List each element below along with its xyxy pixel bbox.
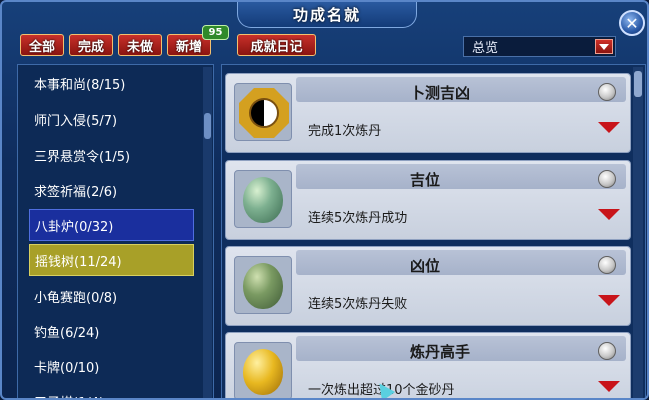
sidebar-item[interactable]: 三界悬赏令(1/5) (29, 139, 194, 171)
olive-gem-icon (243, 263, 283, 309)
card-header: 凶位 (296, 250, 626, 275)
filter-selected-value: 总览 (472, 41, 499, 56)
bagua-icon (239, 88, 289, 138)
achievement-card[interactable]: 炼丹高手 一次炼出超过10个金砂丹 (225, 332, 631, 398)
new-count-badge: 95 (202, 25, 229, 40)
tab-undone[interactable]: 未做 (118, 34, 162, 56)
sidebar-item[interactable]: 本事和尚(8/15) (29, 67, 194, 99)
achievement-card[interactable]: 卜测吉凶 完成1次炼丹 (225, 73, 631, 153)
trophy-icon (598, 170, 616, 188)
achievement-title: 炼丹高手 (410, 343, 471, 361)
icon-frame (234, 83, 292, 141)
list-scroll-thumb[interactable] (634, 71, 642, 97)
icon-frame (234, 170, 292, 228)
achievement-card[interactable]: 凶位 连续5次炼丹失败 (225, 246, 631, 326)
category-sidebar: 本事和尚(8/15) 师门入侵(5/7) 三界悬赏令(1/5) 求签祈福(2/6… (17, 64, 214, 399)
expand-arrow-icon[interactable] (598, 381, 620, 392)
trophy-icon (598, 83, 616, 101)
sidebar-item[interactable]: 师门入侵(5/7) (29, 103, 194, 135)
tab-completed[interactable]: 完成 (69, 34, 113, 56)
sidebar-item[interactable]: 求签祈福(2/6) (29, 174, 194, 206)
list-scrollbar[interactable] (633, 67, 643, 398)
icon-frame (234, 256, 292, 314)
tab-achievement-diary[interactable]: 成就日记 (237, 34, 316, 56)
sidebar-item[interactable]: 卡牌(0/10) (29, 350, 194, 382)
achievement-card[interactable]: 吉位 连续5次炼丹成功 (225, 160, 631, 240)
card-header: 吉位 (296, 164, 626, 189)
close-icon: ✕ (625, 13, 639, 33)
trophy-icon (598, 256, 616, 274)
achievement-desc: 连续5次炼丹失败 (308, 297, 408, 312)
card-header: 炼丹高手 (296, 336, 626, 361)
achievement-title: 吉位 (410, 171, 441, 189)
close-button[interactable]: ✕ (619, 10, 645, 36)
sidebar-item-highlighted[interactable]: 摇钱树(11/24) (29, 244, 194, 276)
chevron-down-icon[interactable] (595, 39, 613, 54)
achievement-window: 功成名就 ✕ 全部 完成 未做 新增 95 成就日记 总览 本事和尚(8/15)… (0, 0, 649, 400)
trophy-icon (598, 342, 616, 360)
expand-arrow-icon[interactable] (598, 295, 620, 306)
filter-dropdown[interactable]: 总览 (463, 36, 616, 57)
green-gem-icon (243, 177, 283, 223)
tab-all[interactable]: 全部 (20, 34, 64, 56)
sidebar-scroll-thumb[interactable] (204, 113, 211, 139)
card-header: 卜测吉凶 (296, 77, 626, 102)
achievement-list: 卜测吉凶 完成1次炼丹 吉位 连续5次炼丹成功 凶位 连续5次炼丹失败 炼丹高手… (221, 64, 646, 398)
icon-frame (234, 342, 292, 398)
expand-arrow-icon[interactable] (598, 122, 620, 133)
sidebar-item[interactable]: 五子棋(1/4) (29, 385, 194, 399)
expand-arrow-icon[interactable] (598, 209, 620, 220)
sidebar-item[interactable]: 小龟赛跑(0/8) (29, 280, 194, 312)
sidebar-scrollbar[interactable] (203, 67, 212, 398)
gold-gem-icon (243, 349, 283, 395)
achievement-title: 凶位 (410, 257, 441, 275)
window-title: 功成名就 (292, 6, 361, 24)
sidebar-item[interactable]: 钓鱼(6/24) (29, 315, 194, 347)
achievement-title: 卜测吉凶 (410, 84, 471, 102)
title-bar: 功成名就 (237, 2, 417, 28)
achievement-desc: 连续5次炼丹成功 (308, 211, 408, 226)
yin-yang-icon (249, 98, 279, 128)
achievement-desc: 完成1次炼丹 (308, 124, 382, 139)
sidebar-item-selected[interactable]: 八卦炉(0/32) (29, 209, 194, 241)
